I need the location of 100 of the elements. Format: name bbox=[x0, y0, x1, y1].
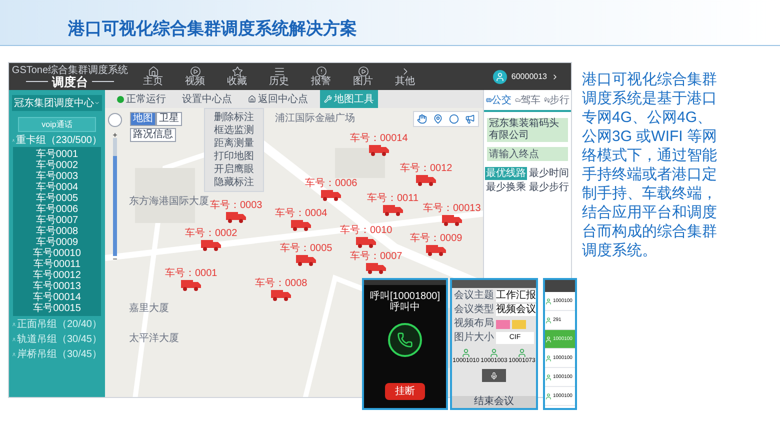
center-dropdown[interactable]: 冠东集团调度中心 bbox=[12, 95, 102, 111]
place-label: 东方海港国际大厦 bbox=[129, 196, 209, 207]
start-field[interactable]: 冠东集装箱码头有限公司 bbox=[487, 118, 568, 142]
truck-icon bbox=[426, 244, 446, 256]
alert-icon bbox=[316, 66, 326, 77]
caret-icon bbox=[94, 100, 100, 106]
map-toolbar-tab[interactable]: 正常运行 bbox=[113, 90, 170, 108]
user-icon bbox=[12, 351, 16, 358]
place-label: 太平洋大厦 bbox=[129, 333, 179, 344]
tool-menu-item[interactable]: 距离测量 bbox=[205, 137, 263, 150]
call-status: 呼叫中 bbox=[390, 302, 420, 313]
traffic-button[interactable]: 路况信息 bbox=[130, 128, 176, 142]
route-option-tab[interactable]: 最少时间 bbox=[528, 167, 570, 180]
vehicle-item[interactable]: 车号00012 bbox=[33, 270, 81, 281]
truck-label: 车号：0002 bbox=[185, 228, 238, 239]
truck-label: 车号：0010 bbox=[340, 225, 392, 236]
truck-label: 车号：0001 bbox=[165, 268, 218, 279]
home-icon bbox=[148, 66, 158, 77]
map-toolbar-tab[interactable]: 地图工具 bbox=[320, 90, 378, 108]
vehicle-item[interactable]: 车号00013 bbox=[33, 281, 81, 292]
truck-icon bbox=[382, 204, 403, 216]
truck-label: 车号：0011 bbox=[367, 193, 419, 204]
truck-label: 车号：0003 bbox=[210, 200, 262, 211]
route-mode-tab[interactable]: 公交 bbox=[486, 92, 512, 108]
tool-menu-item[interactable]: 隐藏标注 bbox=[205, 176, 263, 189]
user-icon bbox=[545, 354, 552, 362]
user-icon bbox=[545, 316, 552, 324]
truck-label: 车号：00013 bbox=[423, 203, 481, 214]
minus-icon[interactable] bbox=[112, 256, 118, 262]
vehicle-item[interactable]: 车号0004 bbox=[36, 182, 78, 193]
play-icon bbox=[190, 66, 200, 77]
vehicle-item[interactable]: 车号0009 bbox=[36, 237, 78, 248]
vehicle-item[interactable]: 车号00011 bbox=[33, 259, 81, 270]
tool-menu-item[interactable]: 开启鹰眼 bbox=[205, 163, 263, 176]
vehicle-item[interactable]: 车号00015 bbox=[33, 303, 81, 314]
car-icon bbox=[514, 97, 520, 103]
vehicle-item[interactable]: 车号0007 bbox=[36, 215, 78, 226]
nav-button[interactable]: 历史 bbox=[265, 66, 293, 87]
mic-button[interactable] bbox=[482, 369, 506, 382]
layout-swatch-icon bbox=[496, 320, 526, 328]
route-option-tab[interactable]: 最优线路 bbox=[485, 167, 527, 180]
user-icon bbox=[460, 348, 471, 358]
call-title: 呼叫[10001800] bbox=[370, 291, 440, 302]
tool-menu-item[interactable]: 删除标注 bbox=[205, 111, 263, 124]
tool-menu-item[interactable]: 框选监测 bbox=[205, 124, 263, 137]
hangup-button[interactable]: 挂断 bbox=[385, 383, 425, 400]
vehicle-item[interactable]: 车号0008 bbox=[36, 226, 78, 237]
truck-icon bbox=[366, 262, 386, 274]
vehicle-item[interactable]: 车号0002 bbox=[36, 160, 78, 171]
vehicle-item[interactable]: 车号0006 bbox=[36, 204, 78, 215]
truck-icon bbox=[356, 236, 376, 248]
route-mode-tab[interactable]: 驾车 bbox=[514, 92, 540, 108]
nav-button[interactable]: 主页 bbox=[139, 66, 167, 87]
place-label: 嘉里大厦 bbox=[129, 303, 169, 314]
hand-icon[interactable] bbox=[417, 114, 427, 124]
truck-label: 车号：0008 bbox=[255, 278, 308, 289]
truck-icon bbox=[296, 254, 316, 266]
truck-icon bbox=[226, 211, 246, 223]
truck-icon bbox=[181, 279, 202, 291]
nav-button[interactable]: 视频 bbox=[181, 66, 209, 87]
circle-icon[interactable] bbox=[449, 114, 459, 124]
vehicle-item[interactable]: 车号0005 bbox=[36, 193, 78, 204]
slide-title: 港口可视化综合集群调度系统解决方案 bbox=[68, 18, 357, 40]
map-toolbar-tab[interactable]: 设置中心点 bbox=[178, 90, 236, 108]
user-icon bbox=[488, 348, 499, 358]
group-item[interactable]: 重卡组（230/500） bbox=[12, 134, 102, 147]
user-icon bbox=[12, 137, 15, 144]
vehicle-item[interactable]: 车号0003 bbox=[36, 171, 78, 182]
plus-icon[interactable] bbox=[112, 132, 118, 138]
truck-icon bbox=[201, 239, 222, 251]
route-option-tab[interactable]: 最少换乘 bbox=[485, 181, 527, 194]
pin-icon[interactable] bbox=[433, 114, 443, 124]
tool-menu-item[interactable]: 打印地图 bbox=[205, 150, 263, 163]
truck-label: 车号：0012 bbox=[400, 163, 452, 174]
vehicle-item[interactable]: 车号00014 bbox=[33, 292, 81, 303]
nav-button[interactable]: 图片 bbox=[349, 66, 377, 87]
brand-title: 调度台 bbox=[52, 76, 88, 88]
route-mode-tab[interactable]: 步行 bbox=[544, 92, 570, 108]
map-type-button[interactable]: 卫星 bbox=[156, 112, 182, 126]
truck-label: 车号：0005 bbox=[280, 243, 332, 254]
nav-button[interactable]: 其他 bbox=[391, 66, 419, 87]
user-id[interactable]: 60000013 bbox=[511, 70, 547, 82]
vehicle-item[interactable]: 车号0001 bbox=[36, 149, 78, 160]
nav-button[interactable]: 收藏 bbox=[223, 66, 251, 87]
field-label: 图片大小 bbox=[454, 332, 494, 344]
route-option-tab[interactable]: 最少步行 bbox=[528, 181, 570, 194]
user-icon bbox=[545, 298, 552, 304]
vehicle-item[interactable]: 车号00010 bbox=[33, 248, 81, 259]
title-bar bbox=[545, 280, 575, 292]
megaphone-icon[interactable] bbox=[465, 114, 475, 124]
map-type-button[interactable]: 地图 bbox=[130, 112, 156, 126]
end-meeting-button[interactable]: 结束会议 bbox=[452, 396, 536, 408]
field-label: 视频布局 bbox=[454, 318, 494, 330]
end-field[interactable]: 请输入终点 bbox=[487, 147, 568, 161]
truck-icon bbox=[291, 219, 312, 231]
map-toolbar-tab[interactable]: 返回中心点 bbox=[244, 90, 312, 108]
user-icon bbox=[12, 321, 16, 328]
truck-label: 车号：00014 bbox=[350, 133, 408, 144]
list-icon bbox=[274, 66, 284, 77]
nav-button[interactable]: 报警 bbox=[307, 66, 335, 87]
